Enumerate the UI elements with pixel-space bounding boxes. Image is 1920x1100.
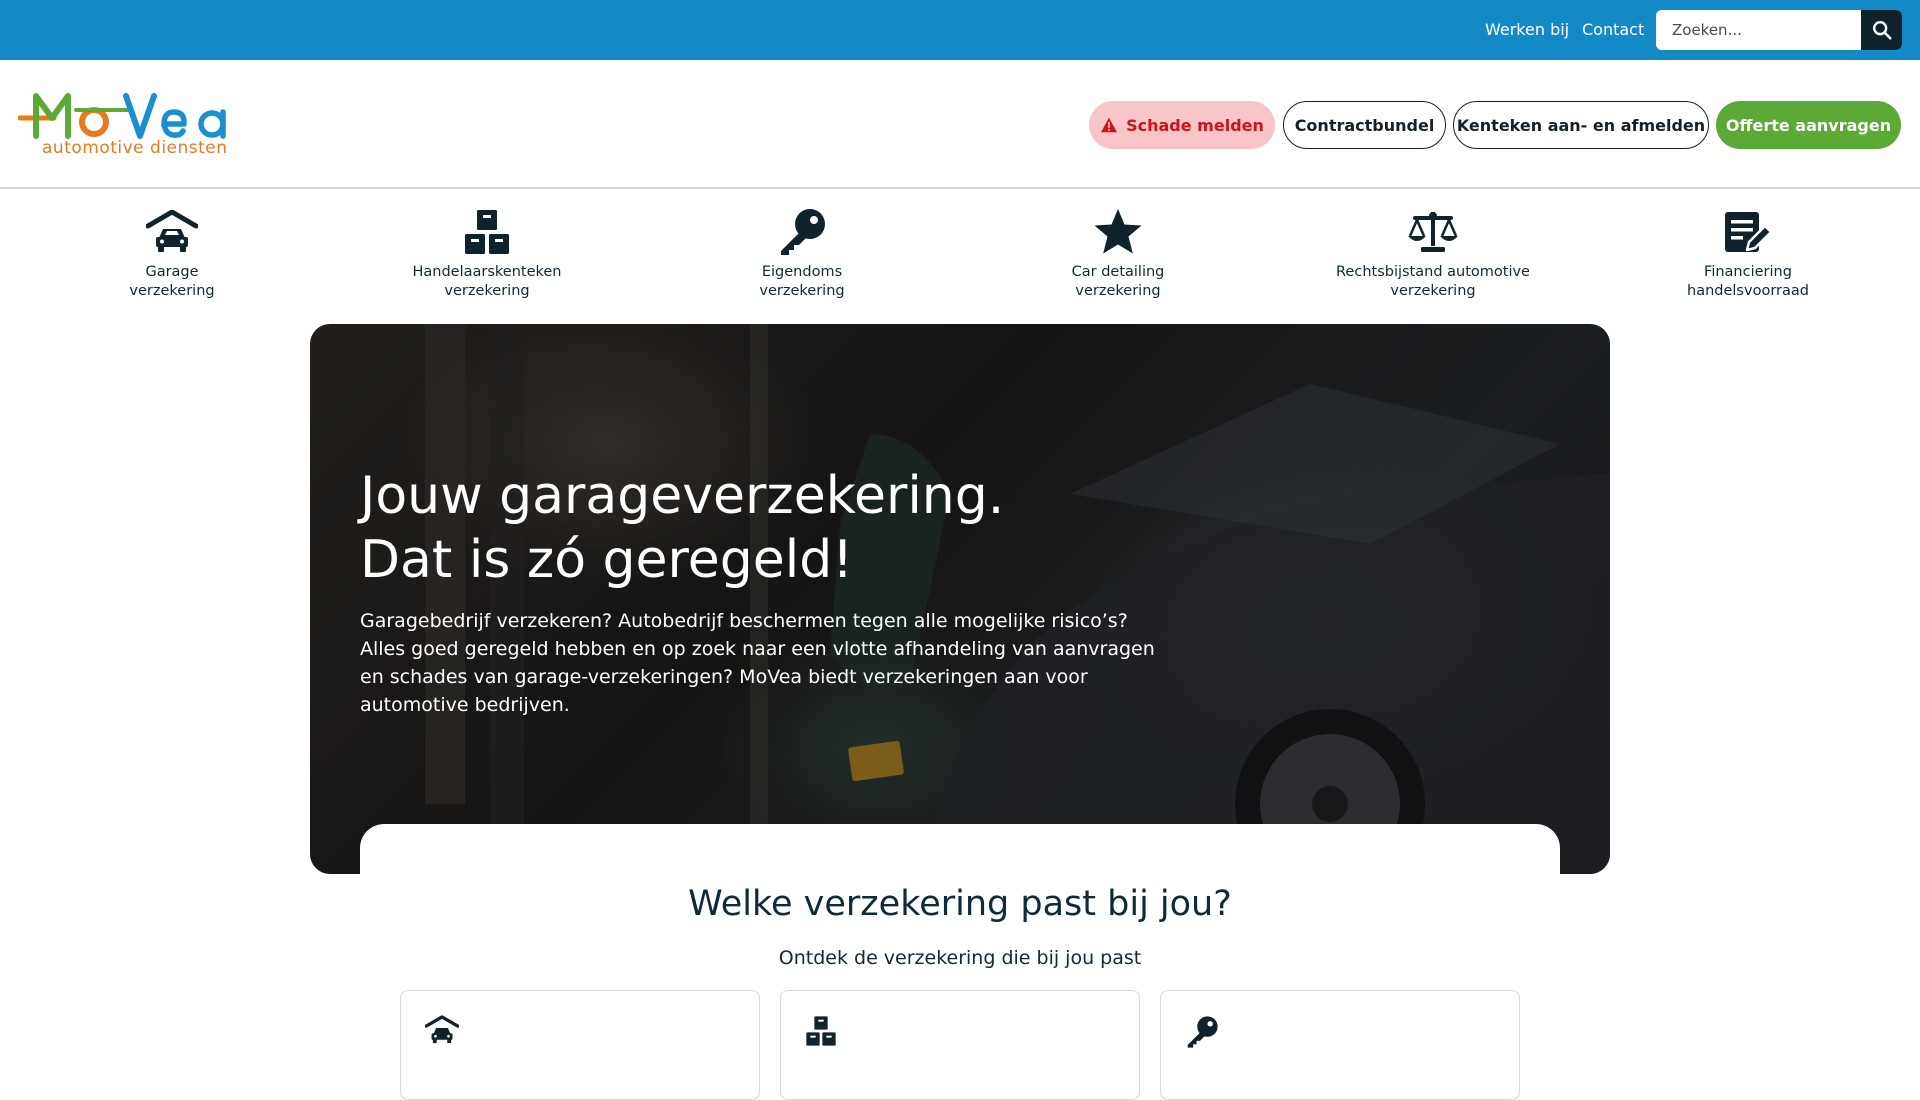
hero-title-line1: Jouw garageverzekering.: [360, 466, 1005, 526]
key-icon: [1187, 1016, 1218, 1048]
work-at-link[interactable]: Werken bij: [1485, 20, 1569, 39]
logo-subtitle: automotive diensten: [42, 138, 228, 158]
category-financing-line2: handelsvoorraad: [1687, 283, 1809, 299]
category-garage-line1: Garage: [145, 264, 199, 280]
category-ownership[interactable]: Eigendoms verzekering: [687, 206, 917, 301]
insurance-card-ownership[interactable]: [1160, 990, 1520, 1100]
category-legal-aid[interactable]: Rechtsbijstand automotive verzekering: [1318, 206, 1548, 301]
category-garage[interactable]: Garage verzekering: [57, 206, 287, 301]
logo-mark: [17, 93, 226, 139]
category-financing-line1: Financiering: [1704, 264, 1792, 280]
category-car-detailing-line1: Car detailing: [1071, 264, 1165, 280]
document-edit-icon: [1725, 212, 1773, 252]
category-dealer-plate[interactable]: Handelaarskenteken verzekering: [372, 206, 602, 301]
boxes-icon: [465, 210, 509, 254]
category-car-detailing-line2: verzekering: [1075, 283, 1161, 299]
contract-bundle-button[interactable]: Contractbundel: [1283, 101, 1446, 149]
scale-icon: [1408, 212, 1458, 252]
garage-car-icon: [425, 1015, 459, 1044]
star-icon: [1094, 209, 1142, 254]
category-car-detailing[interactable]: Car detailing verzekering: [1003, 206, 1233, 301]
warning-icon: [1101, 117, 1118, 133]
site-header: automotive diensten Schade melden Contra…: [0, 60, 1920, 189]
hero-background-image: [310, 324, 1610, 874]
contact-link[interactable]: Contact: [1582, 20, 1644, 39]
request-quote-button[interactable]: Offerte aanvragen: [1716, 101, 1901, 149]
search-icon: [1872, 21, 1892, 40]
insurance-card-dealer-plate[interactable]: [780, 990, 1140, 1100]
search-button[interactable]: [1861, 10, 1902, 50]
movea-logo[interactable]: automotive diensten: [17, 88, 250, 164]
category-dealer-plate-line2: verzekering: [444, 283, 530, 299]
category-ownership-line2: verzekering: [759, 283, 845, 299]
hero-description: Garagebedrijf verzekeren? Autobedrijf be…: [360, 610, 1155, 716]
hero-title-line2: Dat is zó geregeld!: [360, 530, 854, 590]
search-box: [1656, 10, 1902, 50]
report-damage-button[interactable]: Schade melden: [1089, 101, 1275, 149]
key-icon: [781, 209, 825, 255]
category-legal-aid-line2: verzekering: [1390, 283, 1476, 299]
insurance-card-garage[interactable]: [400, 990, 760, 1100]
category-ownership-line1: Eigendoms: [761, 264, 843, 280]
category-financing[interactable]: Financiering handelsvoorraad: [1633, 206, 1863, 301]
search-input[interactable]: [1656, 10, 1860, 50]
section-title: Welke verzekering past bij jou?: [688, 884, 1232, 924]
hero-title: Jouw garageverzekering. Dat is zó gerege…: [360, 464, 1260, 592]
boxes-icon: [806, 1016, 836, 1046]
section-subtitle: Ontdek de verzekering die bij jou past: [778, 947, 1142, 969]
garage-car-icon: [146, 210, 198, 252]
category-legal-aid-line1: Rechtsbijstand automotive: [1336, 264, 1530, 280]
hero-banner: Jouw garageverzekering. Dat is zó gerege…: [310, 324, 1610, 874]
category-garage-line2: verzekering: [129, 283, 215, 299]
license-plate-button[interactable]: Kenteken aan- en afmelden: [1453, 101, 1709, 149]
category-dealer-plate-line1: Handelaarskenteken: [412, 264, 562, 280]
report-damage-label: Schade melden: [1126, 115, 1264, 135]
top-bar: Werken bij Contact: [0, 0, 1920, 60]
